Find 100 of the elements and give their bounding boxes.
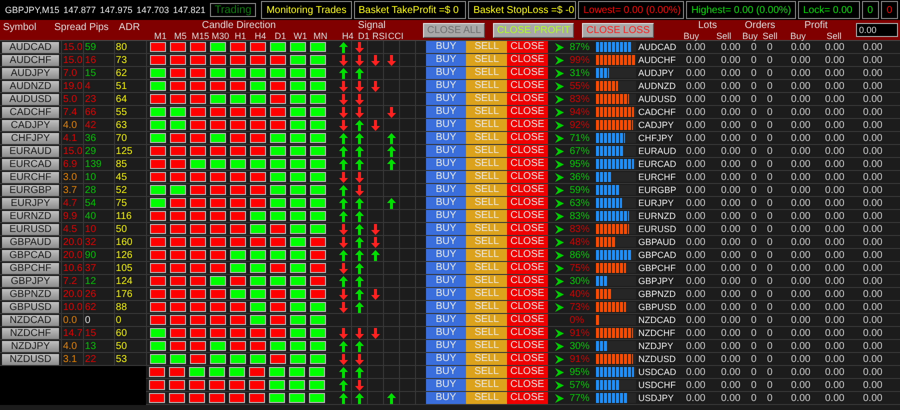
symbol-button[interactable]: CHFJPY: [2, 132, 59, 144]
buy-button[interactable]: BUY: [426, 379, 466, 391]
close-button[interactable]: CLOSE: [507, 67, 548, 79]
symbol-button[interactable]: CADJPY: [2, 120, 59, 130]
buy-button[interactable]: BUY: [426, 41, 466, 53]
buy-button[interactable]: BUY: [426, 301, 466, 313]
symbol-button[interactable]: EURCAD: [2, 158, 59, 170]
buy-button[interactable]: BUY: [426, 106, 466, 118]
buy-button[interactable]: BUY: [426, 262, 466, 274]
symbol-button[interactable]: GBPCHF: [2, 262, 59, 274]
sell-button[interactable]: SELL: [466, 366, 507, 378]
close-button[interactable]: CLOSE: [506, 392, 548, 404]
buy-button[interactable]: BUY: [426, 67, 466, 79]
symbol-button[interactable]: AUDNZD: [2, 80, 59, 92]
sell-button[interactable]: SELL: [466, 106, 508, 118]
sell-button[interactable]: SELL: [466, 145, 508, 157]
close-button[interactable]: CLOSE: [506, 379, 548, 391]
symbol-button[interactable]: CADCHF: [2, 106, 59, 118]
close-button[interactable]: CLOSE: [507, 301, 548, 313]
buy-button[interactable]: BUY: [426, 197, 466, 209]
close-button[interactable]: CLOSE: [507, 327, 548, 339]
buy-button[interactable]: BUY: [426, 119, 466, 131]
close-button[interactable]: CLOSE: [507, 119, 548, 131]
symbol-button[interactable]: EURNZD: [2, 210, 59, 222]
symbol-button[interactable]: GBPUSD: [2, 302, 59, 312]
close-button[interactable]: CLOSE: [507, 314, 548, 326]
sell-button[interactable]: SELL: [466, 223, 508, 235]
sell-button[interactable]: SELL: [466, 67, 508, 79]
symbol-button[interactable]: EURGBP: [2, 184, 59, 196]
sell-button[interactable]: SELL: [466, 119, 508, 131]
sell-button[interactable]: SELL: [466, 158, 508, 170]
buy-button[interactable]: BUY: [426, 80, 466, 92]
symbol-button[interactable]: AUDUSD: [2, 94, 59, 104]
buy-button[interactable]: BUY: [426, 132, 466, 144]
sell-button[interactable]: SELL: [466, 184, 508, 196]
sell-button[interactable]: SELL: [466, 379, 507, 391]
symbol-button[interactable]: GBPNZD: [2, 288, 59, 300]
sell-button[interactable]: SELL: [466, 275, 508, 287]
buy-button[interactable]: BUY: [426, 223, 466, 235]
buy-button[interactable]: BUY: [426, 392, 466, 404]
sell-button[interactable]: SELL: [466, 171, 508, 183]
close-button[interactable]: CLOSE: [507, 236, 548, 248]
close-button[interactable]: CLOSE: [507, 184, 548, 196]
sell-button[interactable]: SELL: [466, 54, 508, 66]
buy-button[interactable]: BUY: [426, 327, 466, 339]
buy-button[interactable]: BUY: [426, 236, 466, 248]
buy-button[interactable]: BUY: [426, 340, 466, 352]
sell-button[interactable]: SELL: [466, 340, 508, 352]
symbol-button[interactable]: AUDCHF: [2, 54, 59, 66]
sell-button[interactable]: SELL: [466, 327, 508, 339]
sell-button[interactable]: SELL: [466, 132, 508, 144]
close-button[interactable]: CLOSE: [507, 132, 548, 144]
sell-button[interactable]: SELL: [466, 314, 508, 326]
close-button[interactable]: CLOSE: [507, 80, 548, 92]
symbol-button[interactable]: NZDUSD: [2, 354, 59, 364]
buy-button[interactable]: BUY: [426, 353, 466, 365]
close-button[interactable]: CLOSE: [507, 340, 548, 352]
buy-button[interactable]: BUY: [426, 210, 466, 222]
buy-button[interactable]: BUY: [426, 171, 466, 183]
symbol-button[interactable]: GBPAUD: [2, 236, 59, 248]
symbol-button[interactable]: NZDCAD: [2, 314, 59, 326]
close-button[interactable]: CLOSE: [507, 275, 548, 287]
close-button[interactable]: CLOSE: [507, 54, 548, 66]
symbol-button[interactable]: NZDJPY: [2, 340, 59, 352]
close-button[interactable]: CLOSE: [507, 41, 548, 53]
sell-button[interactable]: SELL: [466, 288, 508, 300]
sell-button[interactable]: SELL: [466, 236, 508, 248]
symbol-button[interactable]: EURUSD: [2, 224, 59, 234]
symbol-button[interactable]: AUDJPY: [2, 68, 59, 78]
symbol-button[interactable]: GBPJPY: [2, 276, 59, 286]
close-button[interactable]: CLOSE: [507, 145, 548, 157]
close-button[interactable]: CLOSE: [507, 106, 548, 118]
close-button[interactable]: CLOSE: [507, 197, 548, 209]
buy-button[interactable]: BUY: [426, 158, 466, 170]
buy-button[interactable]: BUY: [426, 314, 466, 326]
symbol-button[interactable]: EURCHF: [2, 172, 59, 182]
sell-button[interactable]: SELL: [466, 262, 508, 274]
symbol-button[interactable]: NZDCHF: [2, 328, 59, 338]
close-button[interactable]: CLOSE: [507, 93, 548, 105]
symbol-button[interactable]: GBPCAD: [2, 250, 59, 260]
buy-button[interactable]: BUY: [426, 93, 466, 105]
close-button[interactable]: CLOSE: [506, 366, 548, 378]
sell-button[interactable]: SELL: [466, 392, 507, 404]
sell-button[interactable]: SELL: [466, 210, 508, 222]
buy-button[interactable]: BUY: [426, 249, 466, 261]
buy-button[interactable]: BUY: [426, 366, 466, 378]
buy-button[interactable]: BUY: [426, 275, 466, 287]
total-field[interactable]: 0.00: [856, 23, 898, 37]
sell-button[interactable]: SELL: [466, 197, 508, 209]
sell-button[interactable]: SELL: [466, 93, 508, 105]
symbol-button[interactable]: EURAUD: [2, 146, 59, 156]
close-button[interactable]: CLOSE: [507, 223, 548, 235]
buy-button[interactable]: BUY: [426, 288, 466, 300]
close-button[interactable]: CLOSE: [507, 158, 548, 170]
sell-button[interactable]: SELL: [466, 80, 508, 92]
symbol-button[interactable]: AUDCAD: [2, 42, 59, 52]
buy-button[interactable]: BUY: [426, 184, 466, 196]
buy-button[interactable]: BUY: [426, 54, 466, 66]
close-orders-button[interactable]: CLOSE ALL: [423, 22, 486, 38]
buy-button[interactable]: BUY: [426, 145, 466, 157]
